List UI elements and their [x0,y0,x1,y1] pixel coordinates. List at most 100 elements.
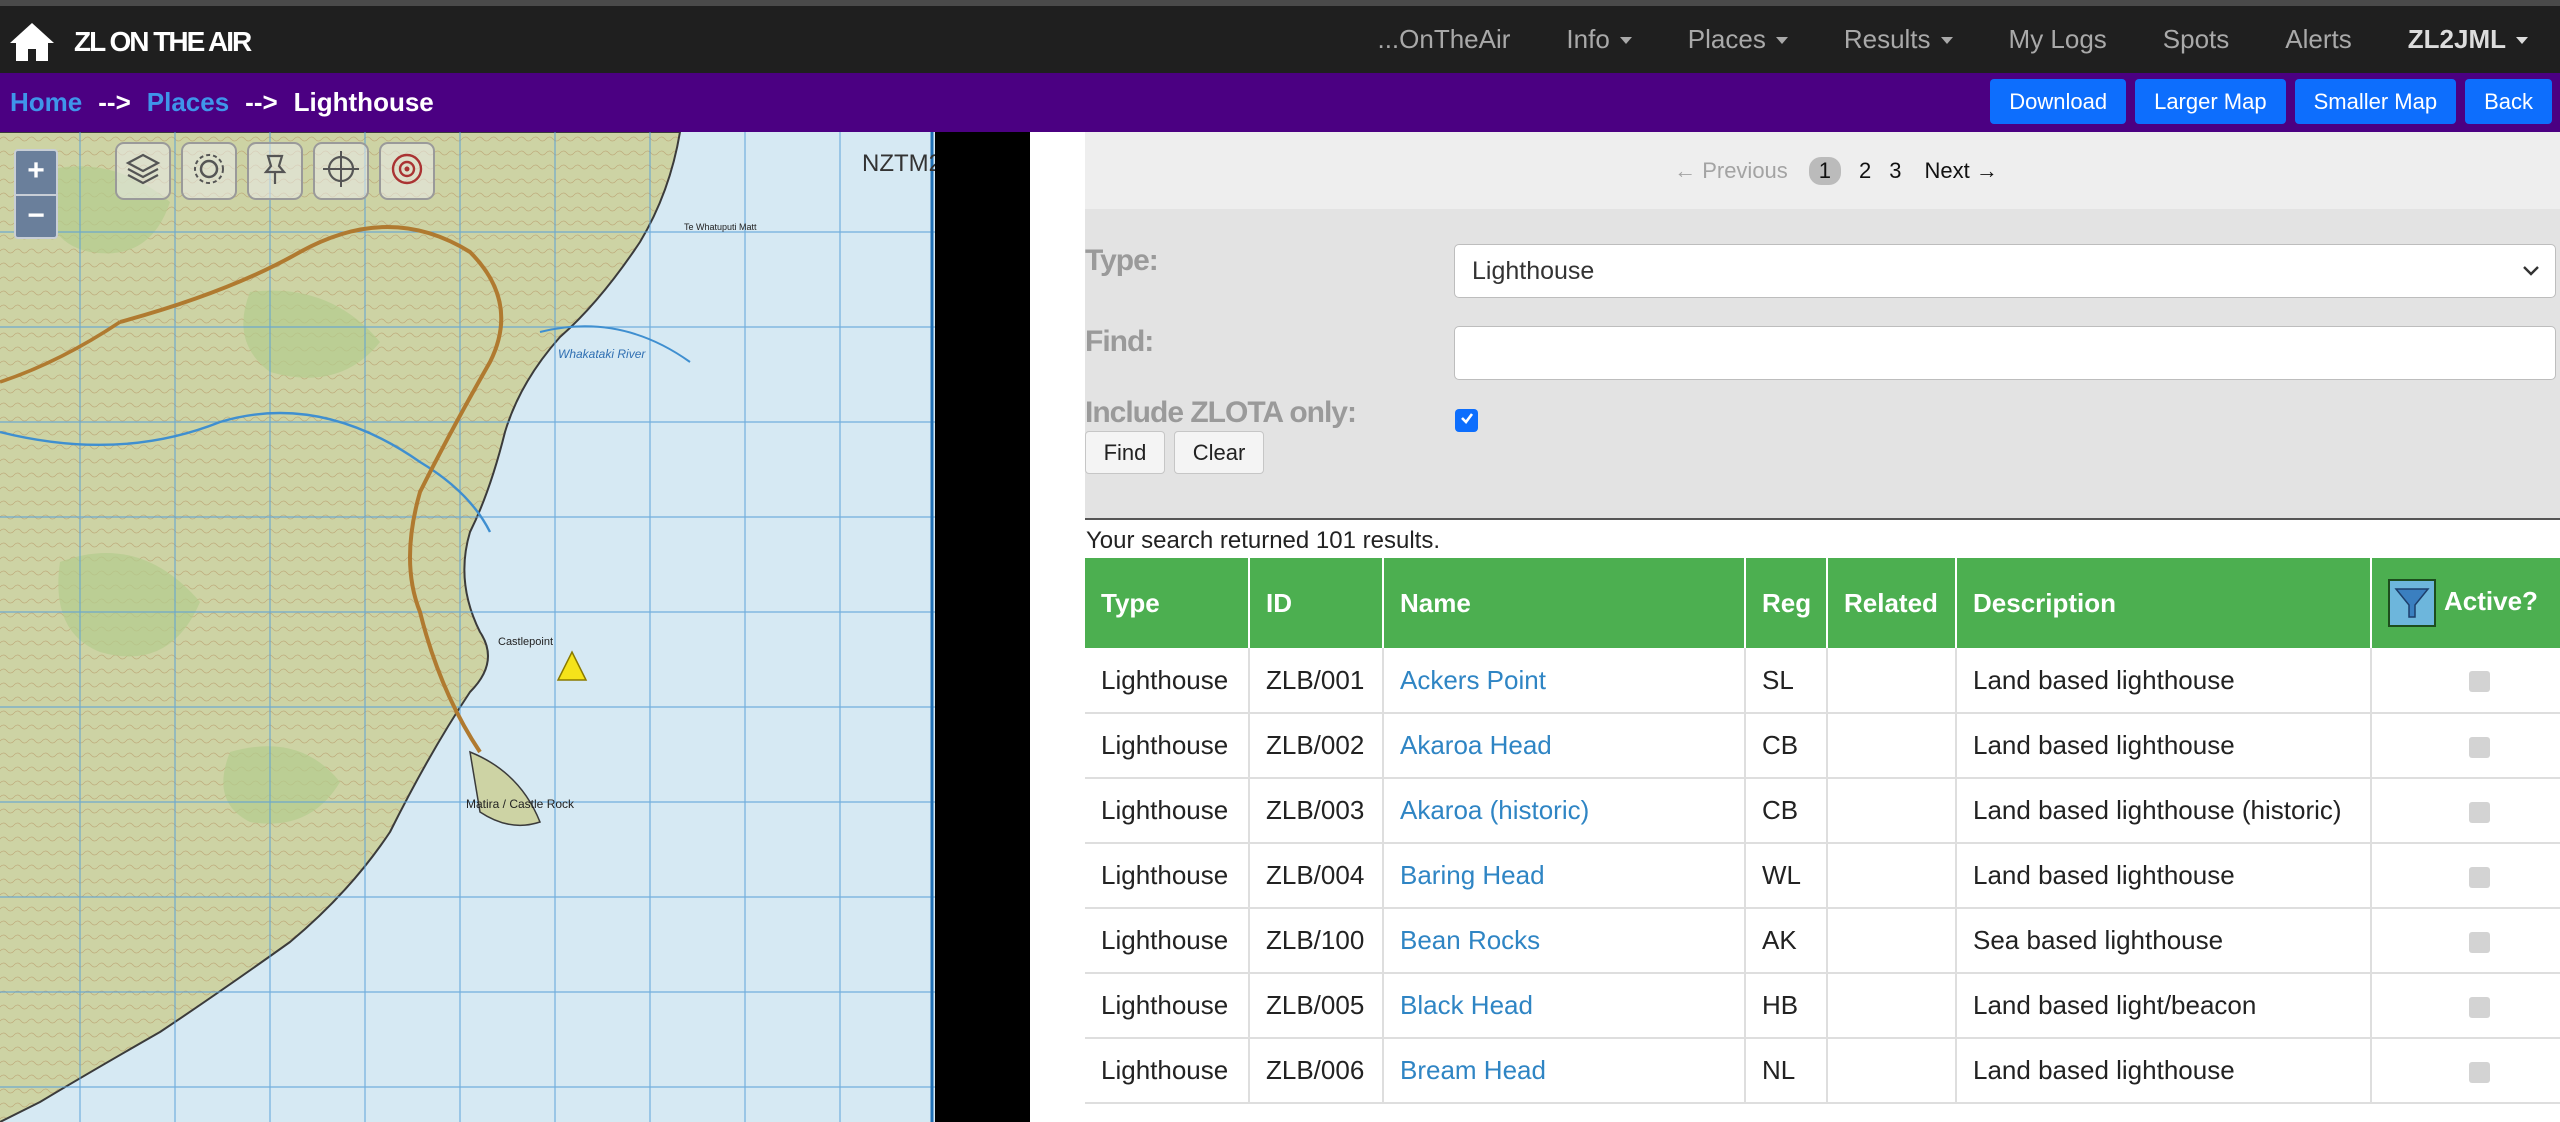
layers-tool-button[interactable] [115,142,171,200]
cell-description: Land based lighthouse [1956,843,2372,909]
user-menu[interactable]: ZL2JML [2408,24,2528,55]
map-label: Castlepoint [498,636,553,648]
cell-related [1827,778,1957,844]
pagination-page-1[interactable]: 1 [1808,156,1842,185]
nav-item-info[interactable]: Info [1566,24,1632,55]
table-row: Lighthouse ZLB/001 Ackers Point SL Land … [1085,648,2560,714]
cell-type: Lighthouse [1085,778,1250,844]
cell-name-link[interactable]: Akaroa Head [1383,713,1746,779]
cell-description: Land based lighthouse [1956,1038,2372,1104]
include-zlota-checkbox[interactable] [1455,409,1478,432]
cell-type: Lighthouse [1085,1038,1250,1104]
type-select[interactable]: Lighthouse [1454,244,2556,298]
cell-reg: SL [1745,648,1828,714]
map-label: Whakataki River [558,347,646,361]
column-header-related[interactable]: Related [1827,558,1957,648]
type-label: Type: [1085,244,1159,277]
cell-active [2371,648,2560,714]
cell-related [1827,908,1957,974]
column-header-type[interactable]: Type [1085,558,1250,648]
action-buttons: Download Larger Map Smaller Map Back [1981,79,2552,124]
column-header-name[interactable]: Name [1383,558,1746,648]
back-button[interactable]: Back [2465,79,2552,124]
nav-item-my-logs[interactable]: My Logs [2009,24,2107,55]
map-canvas: Whakataki River Castlepoint Matira / Cas… [0,132,935,1122]
find-label: Find: [1085,325,1154,358]
cell-active [2371,908,2560,974]
download-button[interactable]: Download [1990,79,2127,124]
column-header-description[interactable]: Description [1956,558,2372,648]
breadcrumb-separator: --> [245,87,278,117]
map-label: Te Whatuputi Matt [684,222,757,232]
brand-link[interactable]: ZL ON THE AIR [8,16,252,68]
column-header-active[interactable]: Active? [2371,558,2560,648]
nav-item-ontheair[interactable]: ...OnTheAir [1377,24,1510,55]
chevron-down-icon [2521,245,2541,315]
larger-map-button[interactable]: Larger Map [2135,79,2286,124]
results-count-message: Your search returned 101 results. [1086,527,1440,554]
breadcrumb-home-link[interactable]: Home [10,87,82,118]
breadcrumb-current: Lighthouse [293,87,434,117]
pagination-page-2[interactable]: 2 [1859,158,1871,184]
cell-active [2371,1038,2560,1104]
cell-reg: NL [1745,1038,1828,1104]
active-checkbox [2469,866,2490,888]
cell-description: Land based lighthouse (historic) [1956,778,2372,844]
active-checkbox [2469,736,2490,758]
breadcrumb-places-link[interactable]: Places [147,87,229,118]
cell-related [1827,973,1957,1039]
breadcrumb-separator: --> [98,87,131,117]
cell-id: ZLB/005 [1249,973,1384,1039]
nav-item-alerts[interactable]: Alerts [2285,24,2351,55]
target-icon [387,149,427,194]
nav-item-places[interactable]: Places [1688,24,1788,55]
zoom-in-button[interactable]: + [16,151,56,194]
pagination-next[interactable]: Next → [1925,158,1998,184]
cell-reg: CB [1745,778,1828,844]
clear-button[interactable]: Clear [1174,431,1264,474]
find-button[interactable]: Find [1085,431,1165,474]
topo-map[interactable]: Whakataki River Castlepoint Matira / Cas… [0,132,935,1122]
cell-description: Land based lighthouse [1956,648,2372,714]
cell-name-link[interactable]: Akaroa (historic) [1383,778,1746,844]
filter-icon[interactable] [2388,579,2436,627]
settings-tool-button[interactable] [181,142,237,200]
zoom-out-button[interactable]: − [16,194,56,237]
column-header-id[interactable]: ID [1249,558,1384,648]
cell-active [2371,778,2560,844]
crosshair-tool-button[interactable] [313,142,369,200]
layers-icon [124,150,162,193]
results-table: Type ID Name Reg Related Description Act… [1085,558,2560,1104]
caret-down-icon [1619,37,1632,44]
cell-related [1827,1038,1957,1104]
main-nav: ...OnTheAir Info Places Results My Logs … [1377,6,2560,73]
nav-item-spots[interactable]: Spots [2163,24,2230,55]
pin-tool-button[interactable] [247,142,303,200]
cell-id: ZLB/006 [1249,1038,1384,1104]
nav-item-results[interactable]: Results [1844,24,1953,55]
caret-down-icon [1775,37,1788,44]
cell-type: Lighthouse [1085,973,1250,1039]
cell-name-link[interactable]: Baring Head [1383,843,1746,909]
cell-reg: HB [1745,973,1828,1039]
projection-label: NZTM2000: [862,150,935,177]
column-header-reg[interactable]: Reg [1745,558,1828,648]
target-tool-button[interactable] [379,142,435,200]
cell-name-link[interactable]: Bream Head [1383,1038,1746,1104]
smaller-map-button[interactable]: Smaller Map [2294,79,2457,124]
cell-active [2371,713,2560,779]
cell-name-link[interactable]: Bean Rocks [1383,908,1746,974]
cell-name-link[interactable]: Black Head [1383,973,1746,1039]
table-row: Lighthouse ZLB/006 Bream Head NL Land ba… [1085,1038,2560,1104]
cell-name-link[interactable]: Ackers Point [1383,648,1746,714]
results-panel: ← Previous 1 2 3 Next → Type: Lighthouse… [1030,132,2560,1122]
active-checkbox [2469,931,2490,953]
cell-id: ZLB/003 [1249,778,1384,844]
pagination-page-3[interactable]: 3 [1889,158,1901,184]
cell-related [1827,843,1957,909]
find-input[interactable] [1454,326,2556,380]
cell-description: Sea based lighthouse [1956,908,2372,974]
cell-type: Lighthouse [1085,908,1250,974]
table-row: Lighthouse ZLB/005 Black Head HB Land ba… [1085,973,2560,1039]
map-edge-strip [935,132,1030,1122]
